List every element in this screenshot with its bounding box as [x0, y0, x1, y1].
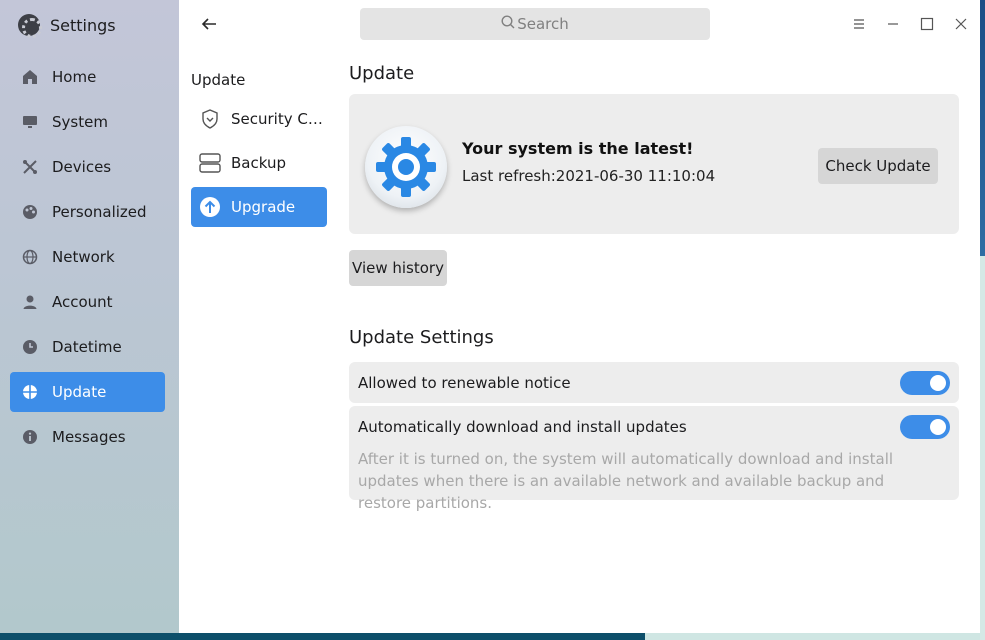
- update-status-card: Your system is the latest! Last refresh:…: [349, 94, 959, 234]
- sidebar-item-label: System: [52, 113, 108, 131]
- check-update-button[interactable]: Check Update: [818, 148, 938, 184]
- auto-update-label: Automatically download and install updat…: [358, 418, 687, 436]
- sidebar: Settings Home System Devices Personalize…: [0, 0, 179, 633]
- status-title: Your system is the latest!: [462, 139, 694, 158]
- sidebar-item-account[interactable]: Account: [10, 282, 165, 322]
- sidebar-nav: Home System Devices Personalized Network…: [10, 57, 165, 462]
- update-content: Update Your system is the latest! Last r…: [349, 60, 959, 512]
- clock-icon: [22, 339, 38, 355]
- app-title: Settings: [18, 12, 116, 38]
- renewable-notice-label: Allowed to renewable notice: [358, 374, 571, 392]
- subnav-item-backup[interactable]: Backup: [191, 143, 327, 183]
- devices-icon: [22, 159, 38, 175]
- maximize-icon[interactable]: [917, 14, 937, 34]
- subnav-item-label: Upgrade: [231, 198, 296, 216]
- main-panel: Search Update Security Center B: [179, 0, 980, 633]
- settings-app-icon: [18, 14, 42, 38]
- renewable-notice-row: Allowed to renewable notice: [349, 362, 959, 403]
- menu-icon[interactable]: [849, 14, 869, 34]
- sidebar-item-label: Personalized: [52, 203, 147, 221]
- minimize-icon[interactable]: [883, 14, 903, 34]
- sidebar-item-personalized[interactable]: Personalized: [10, 192, 165, 232]
- shield-icon: [199, 108, 221, 130]
- app-title-text: Settings: [50, 15, 116, 35]
- monitor-icon: [22, 114, 38, 130]
- subnav-title: Update: [191, 71, 246, 89]
- last-refresh-text: Last refresh:2021-06-30 11:10:04: [462, 167, 716, 185]
- sidebar-item-update[interactable]: Update: [10, 372, 165, 412]
- user-icon: [22, 294, 38, 310]
- auto-update-description: After it is turned on, the system will a…: [358, 450, 894, 512]
- sidebar-item-system[interactable]: System: [10, 102, 165, 142]
- sidebar-item-datetime[interactable]: Datetime: [10, 327, 165, 367]
- backup-icon: [199, 152, 221, 174]
- sidebar-item-label: Home: [52, 68, 97, 86]
- subnav-item-upgrade[interactable]: Upgrade: [191, 187, 327, 227]
- sidebar-item-label: Devices: [52, 158, 112, 176]
- palette-icon: [22, 204, 38, 220]
- info-icon: [22, 429, 38, 445]
- search-input[interactable]: Search: [360, 8, 710, 40]
- search-placeholder: Search: [517, 15, 569, 33]
- globe-icon: [22, 249, 38, 265]
- update-icon: [22, 384, 38, 400]
- subnav-item-security-center[interactable]: Security Center: [191, 99, 327, 139]
- update-settings-heading: Update Settings: [349, 327, 494, 348]
- update-heading: Update: [349, 63, 415, 84]
- upgrade-icon: [199, 196, 221, 218]
- home-icon: [22, 69, 38, 85]
- close-icon[interactable]: [951, 14, 971, 34]
- subnav-item-label: Backup: [231, 154, 286, 172]
- sidebar-item-label: Messages: [52, 428, 126, 446]
- sidebar-item-messages[interactable]: Messages: [10, 417, 165, 457]
- back-arrow-icon[interactable]: [199, 14, 219, 34]
- auto-update-row: Automatically download and install updat…: [349, 406, 959, 512]
- sidebar-item-label: Datetime: [52, 338, 122, 356]
- auto-update-toggle[interactable]: [900, 415, 950, 439]
- subnav: Security Center Backup Upgrade: [191, 99, 327, 231]
- sidebar-item-label: Account: [52, 293, 113, 311]
- update-gear-icon: [365, 126, 447, 208]
- sidebar-item-label: Network: [52, 248, 115, 266]
- settings-window: Settings Home System Devices Personalize…: [0, 0, 980, 633]
- search-icon: [501, 15, 517, 33]
- titlebar: Search: [179, 0, 980, 48]
- sidebar-item-label: Update: [52, 383, 107, 401]
- renewable-notice-toggle[interactable]: [900, 371, 950, 395]
- sidebar-item-network[interactable]: Network: [10, 237, 165, 277]
- sidebar-item-home[interactable]: Home: [10, 57, 165, 97]
- subnav-item-label: Security Center: [231, 110, 325, 128]
- sidebar-item-devices[interactable]: Devices: [10, 147, 165, 187]
- view-history-button[interactable]: View history: [349, 250, 447, 286]
